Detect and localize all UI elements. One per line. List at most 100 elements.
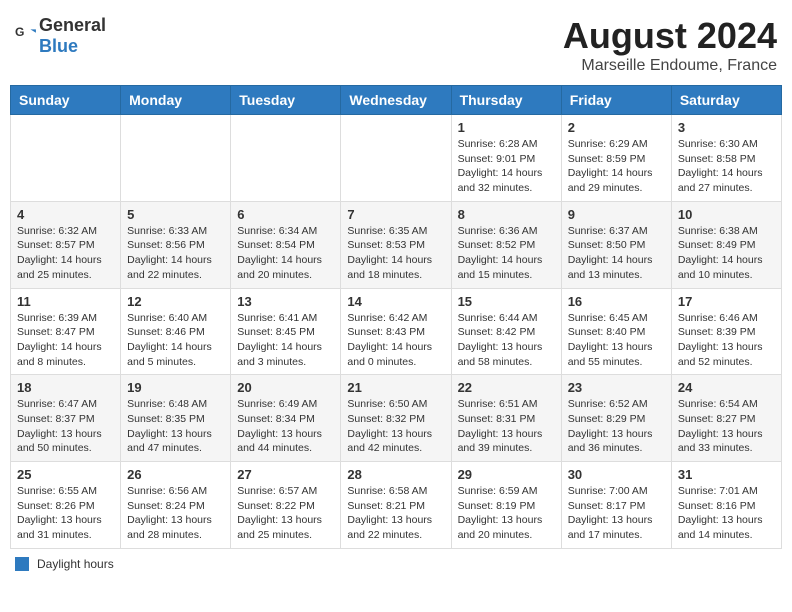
month-year-title: August 2024 xyxy=(563,15,777,57)
day-number: 29 xyxy=(458,467,555,482)
calendar-header-row: SundayMondayTuesdayWednesdayThursdayFrid… xyxy=(11,86,782,115)
calendar-cell: 28Sunrise: 6:58 AM Sunset: 8:21 PM Dayli… xyxy=(341,462,451,549)
day-number: 2 xyxy=(568,120,665,135)
calendar-cell: 17 Sunrise: 6:46 AM Sunset: 8:39 PM Dayli… xyxy=(671,288,781,375)
calendar-cell: 1 Sunrise: 6:28 AM Sunset: 9:01 PM Daylig… xyxy=(451,115,561,202)
day-number: 12 xyxy=(127,294,224,309)
calendar-cell: 10 Sunrise: 6:38 AM Sunset: 8:49 PM Dayli… xyxy=(671,201,781,288)
day-number: 3 xyxy=(678,120,775,135)
day-info: Sunrise: 6:38 AM Sunset: 8:49 PM Dayligh… xyxy=(678,224,775,283)
day-info: Sunrise: 6:37 AM Sunset: 8:50 PM Dayligh… xyxy=(568,224,665,283)
calendar-cell: 4 Sunrise: 6:32 AM Sunset: 8:57 PM Daylig… xyxy=(11,201,121,288)
day-number: 10 xyxy=(678,207,775,222)
day-number: 24 xyxy=(678,380,775,395)
calendar-cell: 27Sunrise: 6:57 AM Sunset: 8:22 PM Dayli… xyxy=(231,462,341,549)
day-info: Sunrise: 6:56 AM Sunset: 8:24 PM Dayligh… xyxy=(127,484,224,543)
day-info: Sunrise: 6:40 AM Sunset: 8:46 PM Dayligh… xyxy=(127,311,224,370)
calendar-day-header: Wednesday xyxy=(341,86,451,115)
calendar-cell: 3 Sunrise: 6:30 AM Sunset: 8:58 PM Daylig… xyxy=(671,115,781,202)
calendar-cell xyxy=(341,115,451,202)
calendar-cell: 24 Sunrise: 6:54 AM Sunset: 8:27 PM Dayli… xyxy=(671,375,781,462)
calendar-cell xyxy=(121,115,231,202)
calendar-cell: 23 Sunrise: 6:52 AM Sunset: 8:29 PM Dayli… xyxy=(561,375,671,462)
day-info: Sunrise: 6:45 AM Sunset: 8:40 PM Dayligh… xyxy=(568,311,665,370)
calendar-week-row: 11 Sunrise: 6:39 AM Sunset: 8:47 PM Dayli… xyxy=(11,288,782,375)
legend-label: Daylight hours xyxy=(37,557,114,571)
calendar-cell: 9 Sunrise: 6:37 AM Sunset: 8:50 PM Daylig… xyxy=(561,201,671,288)
day-info: Sunrise: 6:47 AM Sunset: 8:37 PM Dayligh… xyxy=(17,397,114,456)
day-info: Sunrise: 6:59 AM Sunset: 8:19 PM Dayligh… xyxy=(458,484,555,543)
calendar-day-header: Monday xyxy=(121,86,231,115)
calendar-cell: 25 Sunrise: 6:55 AM Sunset: 8:26 PM Dayli… xyxy=(11,462,121,549)
day-number: 5 xyxy=(127,207,224,222)
logo-general-text: General xyxy=(39,15,106,35)
day-number: 1 xyxy=(458,120,555,135)
day-info: Sunrise: 6:28 AM Sunset: 9:01 PM Dayligh… xyxy=(458,137,555,196)
day-number: 13 xyxy=(237,294,334,309)
day-number: 31 xyxy=(678,467,775,482)
day-number: 14 xyxy=(347,294,444,309)
day-info: Sunrise: 6:50 AM Sunset: 8:32 PM Dayligh… xyxy=(347,397,444,456)
day-number: 9 xyxy=(568,207,665,222)
calendar-week-row: 25 Sunrise: 6:55 AM Sunset: 8:26 PM Dayli… xyxy=(11,462,782,549)
svg-text:G: G xyxy=(15,25,24,39)
day-number: 17 xyxy=(678,294,775,309)
day-number: 26 xyxy=(127,467,224,482)
calendar-cell xyxy=(11,115,121,202)
day-info: Sunrise: 6:29 AM Sunset: 8:59 PM Dayligh… xyxy=(568,137,665,196)
day-info: Sunrise: 6:52 AM Sunset: 8:29 PM Dayligh… xyxy=(568,397,665,456)
day-number: 22 xyxy=(458,380,555,395)
day-number: 15 xyxy=(458,294,555,309)
day-number: 25 xyxy=(17,467,114,482)
calendar-cell: 20 Sunrise: 6:49 AM Sunset: 8:34 PM Dayli… xyxy=(231,375,341,462)
day-info: Sunrise: 6:49 AM Sunset: 8:34 PM Dayligh… xyxy=(237,397,334,456)
day-info: Sunrise: 6:44 AM Sunset: 8:42 PM Dayligh… xyxy=(458,311,555,370)
calendar-day-header: Tuesday xyxy=(231,86,341,115)
title-area: August 2024 Marseille Endoume, France xyxy=(563,15,777,75)
day-info: Sunrise: 6:46 AM Sunset: 8:39 PM Dayligh… xyxy=(678,311,775,370)
calendar-day-header: Saturday xyxy=(671,86,781,115)
calendar-cell: 21 Sunrise: 6:50 AM Sunset: 8:32 PM Dayli… xyxy=(341,375,451,462)
day-info: Sunrise: 6:32 AM Sunset: 8:57 PM Dayligh… xyxy=(17,224,114,283)
day-info: Sunrise: 6:30 AM Sunset: 8:58 PM Dayligh… xyxy=(678,137,775,196)
day-number: 21 xyxy=(347,380,444,395)
calendar-cell: 31 Sunrise: 7:01 AM Sunset: 8:16 PM Dayli… xyxy=(671,462,781,549)
day-info: Sunrise: 6:33 AM Sunset: 8:56 PM Dayligh… xyxy=(127,224,224,283)
calendar-cell: 30Sunrise: 7:00 AM Sunset: 8:17 PM Dayli… xyxy=(561,462,671,549)
logo-blue-text: Blue xyxy=(39,36,78,56)
calendar-day-header: Sunday xyxy=(11,86,121,115)
day-info: Sunrise: 6:39 AM Sunset: 8:47 PM Dayligh… xyxy=(17,311,114,370)
calendar-cell: 22Sunrise: 6:51 AM Sunset: 8:31 PM Dayli… xyxy=(451,375,561,462)
day-info: Sunrise: 7:01 AM Sunset: 8:16 PM Dayligh… xyxy=(678,484,775,543)
day-number: 16 xyxy=(568,294,665,309)
calendar-cell: 11 Sunrise: 6:39 AM Sunset: 8:47 PM Dayli… xyxy=(11,288,121,375)
day-number: 20 xyxy=(237,380,334,395)
calendar-cell: 18 Sunrise: 6:47 AM Sunset: 8:37 PM Dayli… xyxy=(11,375,121,462)
day-number: 4 xyxy=(17,207,114,222)
day-info: Sunrise: 6:54 AM Sunset: 8:27 PM Dayligh… xyxy=(678,397,775,456)
day-info: Sunrise: 6:42 AM Sunset: 8:43 PM Dayligh… xyxy=(347,311,444,370)
calendar-cell: 12 Sunrise: 6:40 AM Sunset: 8:46 PM Dayli… xyxy=(121,288,231,375)
calendar-cell: 26 Sunrise: 6:56 AM Sunset: 8:24 PM Dayli… xyxy=(121,462,231,549)
calendar-cell: 16 Sunrise: 6:45 AM Sunset: 8:40 PM Dayli… xyxy=(561,288,671,375)
day-number: 23 xyxy=(568,380,665,395)
calendar-cell: 29 Sunrise: 6:59 AM Sunset: 8:19 PM Dayli… xyxy=(451,462,561,549)
day-number: 18 xyxy=(17,380,114,395)
calendar-cell: 7Sunrise: 6:35 AM Sunset: 8:53 PM Daylig… xyxy=(341,201,451,288)
legend-color-box xyxy=(15,557,29,571)
calendar-cell: 19Sunrise: 6:48 AM Sunset: 8:35 PM Dayli… xyxy=(121,375,231,462)
calendar-cell: 2 Sunrise: 6:29 AM Sunset: 8:59 PM Daylig… xyxy=(561,115,671,202)
day-info: Sunrise: 6:34 AM Sunset: 8:54 PM Dayligh… xyxy=(237,224,334,283)
calendar-cell xyxy=(231,115,341,202)
day-info: Sunrise: 6:57 AM Sunset: 8:22 PM Dayligh… xyxy=(237,484,334,543)
calendar-cell: 6 Sunrise: 6:34 AM Sunset: 8:54 PM Daylig… xyxy=(231,201,341,288)
day-info: Sunrise: 6:55 AM Sunset: 8:26 PM Dayligh… xyxy=(17,484,114,543)
day-info: Sunrise: 6:48 AM Sunset: 8:35 PM Dayligh… xyxy=(127,397,224,456)
footer: Daylight hours xyxy=(10,557,782,571)
day-number: 11 xyxy=(17,294,114,309)
day-number: 30 xyxy=(568,467,665,482)
header: G General Blue August 2024 Marseille End… xyxy=(10,10,782,75)
day-number: 6 xyxy=(237,207,334,222)
day-info: Sunrise: 6:35 AM Sunset: 8:53 PM Dayligh… xyxy=(347,224,444,283)
day-number: 8 xyxy=(458,207,555,222)
